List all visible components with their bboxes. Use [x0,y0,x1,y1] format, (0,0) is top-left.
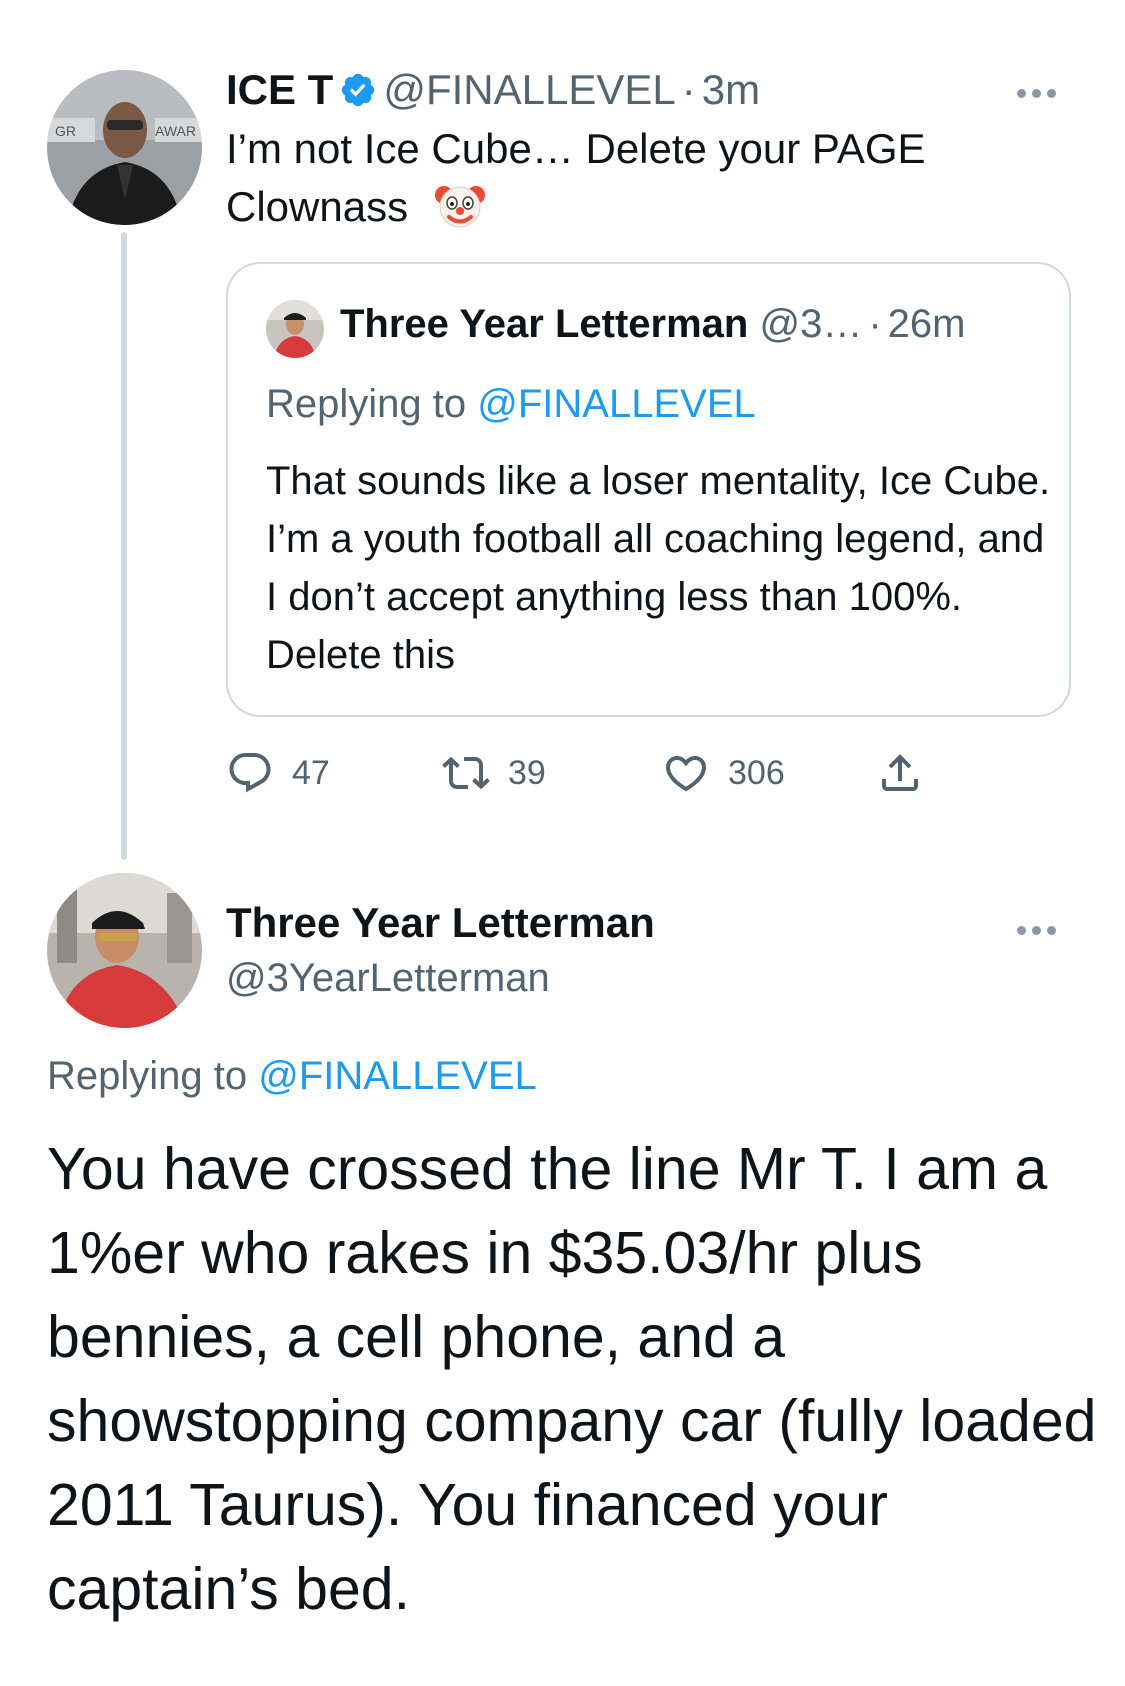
quoted-author-name[interactable]: Three Year Letterman [340,302,748,346]
reply-count: 47 [292,753,330,792]
avatar-three-year-letterman-small[interactable] [266,300,324,358]
retweet-button[interactable]: 39 [442,748,546,798]
share-button[interactable] [876,748,942,798]
retweet-icon [442,756,490,790]
avatar-caption-left: GR [55,123,76,139]
reply-text: You have crossed the line Mr T. I am a 1… [47,1136,1097,1622]
reply-prefix: Replying to [47,1054,248,1098]
quoted-tweet-text: That sounds like a loser mentality, Ice … [266,459,1051,677]
reply-author-handle[interactable]: @3YearLetterman [226,950,550,1006]
share-icon [882,754,918,791]
reply-replying-to: Replying to @FINALLEVEL [47,1048,537,1104]
reply-handle-link[interactable]: @FINALLEVEL [258,1054,537,1098]
reply-icon [229,753,271,793]
quoted-tweet-card[interactable]: Three Year Letterman @3… · 26m Replying to… [226,262,1071,717]
avatar-three-year-letterman[interactable] [47,873,202,1028]
like-count: 306 [728,753,785,792]
avatar-ice-t[interactable]: GR AWAR [47,70,202,225]
clown-emoji-icon [434,179,486,246]
separator-dot: · [681,66,696,113]
reply-author-name[interactable]: Three Year Letterman [226,895,655,951]
quoted-reply-prefix: Replying to [266,382,467,426]
tweet-time[interactable]: 3m [702,66,760,113]
like-button[interactable]: 306 [662,748,785,798]
quoted-replying-to: Replying to @FINALLEVEL [266,376,756,432]
author-handle[interactable]: @FINALLEVEL [383,66,675,113]
tweet-text-content: I’m not Ice Cube… Delete your PAGE Clown… [226,125,926,230]
reply-more-options-icon[interactable] [1017,922,1071,936]
heart-icon [665,756,707,792]
tweet-text: I’m not Ice Cube… Delete your PAGE Clown… [226,120,1006,246]
quoted-tweet-header: Three Year Letterman @3… · 26m [340,296,965,352]
avatar-caption-right: AWAR [155,123,196,139]
quoted-reply-handle-link[interactable]: @FINALLEVEL [477,382,756,426]
author-name[interactable]: ICE T [226,66,333,113]
quoted-tweet-time[interactable]: 26m [888,302,966,346]
quoted-author-handle[interactable]: @3… [759,302,862,346]
retweet-count: 39 [508,753,546,792]
verified-badge-icon [339,67,377,123]
tweet-header: ICE T @FINALLEVEL · 3m [226,62,760,123]
more-options-icon[interactable] [1017,85,1071,99]
quoted-separator-dot: · [868,302,882,346]
thread-connector-line [121,232,127,860]
reply-button[interactable]: 47 [226,748,330,798]
